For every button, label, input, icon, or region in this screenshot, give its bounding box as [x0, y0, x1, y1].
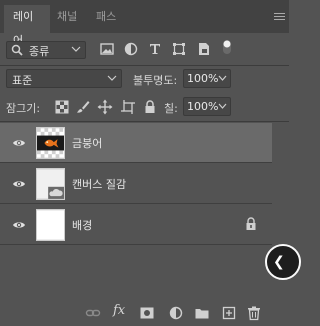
divider — [0, 65, 289, 66]
visibility-eye-icon[interactable] — [12, 218, 26, 232]
opacity-label: 불투명도: — [133, 74, 178, 87]
chevron-down-icon — [71, 46, 81, 52]
opacity-field[interactable]: 100% — [183, 69, 231, 88]
lock-image-pixels-icon[interactable] — [75, 99, 91, 115]
chevron-down-icon[interactable] — [218, 72, 227, 85]
tab-layers[interactable]: 레이어 — [4, 5, 50, 47]
layers-panel: 레이어 채널 패스 종류 — [0, 0, 301, 326]
lock-transparent-pixels-icon[interactable] — [54, 99, 70, 115]
layer-name: 캔버스 질감 — [72, 178, 127, 191]
layer-row-canvas-texture[interactable]: 캔버스 질감 — [0, 164, 272, 204]
layers-bottom-toolbar: fx — [0, 300, 289, 326]
divider — [0, 121, 289, 122]
visibility-eye-icon[interactable] — [12, 177, 26, 191]
fill-label: 칠: — [164, 102, 178, 115]
blend-mode-select[interactable]: 표준 — [6, 69, 122, 88]
lock-icon — [246, 217, 256, 230]
layer-name: 배경 — [72, 219, 93, 232]
chevron-down-icon[interactable] — [218, 100, 227, 113]
link-layers-icon[interactable] — [85, 305, 101, 321]
adjustment-layer-filter-icon[interactable] — [123, 41, 139, 57]
add-mask-icon[interactable] — [139, 305, 155, 321]
tab-paths[interactable]: 패스 — [90, 5, 128, 33]
layer-thumbnail-canvas-texture — [36, 168, 65, 200]
lock-label: 잠그기: — [6, 102, 41, 115]
new-adjustment-layer-icon[interactable] — [168, 305, 184, 321]
pixel-layer-filter-icon[interactable] — [99, 41, 115, 57]
filter-toggle-icon[interactable] — [219, 39, 235, 55]
delete-layer-trash-icon[interactable] — [246, 305, 262, 321]
collapse-panel-handle[interactable]: ❮ — [265, 244, 301, 280]
layer-style-fx-icon[interactable]: fx — [113, 303, 129, 319]
lock-position-icon[interactable] — [97, 99, 113, 115]
new-layer-icon[interactable] — [221, 305, 237, 321]
layer-thumbnail-background — [36, 209, 65, 241]
filter-kind-select[interactable]: 종류 — [6, 41, 86, 59]
fill-field[interactable]: 100% — [183, 97, 231, 116]
layer-thumbnail-goldfish — [36, 127, 65, 159]
layer-row-goldfish[interactable]: 금붕어 — [0, 123, 272, 163]
type-layer-filter-icon[interactable] — [147, 41, 163, 57]
chevron-left-icon: ❮ — [273, 254, 285, 270]
visibility-eye-icon[interactable] — [12, 136, 26, 150]
panel-tab-bar: 레이어 채널 패스 — [0, 0, 289, 47]
blend-mode-value: 표준 — [12, 74, 33, 87]
tab-channels[interactable]: 채널 — [51, 5, 87, 33]
lock-all-icon[interactable] — [142, 99, 158, 115]
panel-menu-icon[interactable] — [274, 13, 285, 21]
layer-row-background[interactable]: 배경 — [0, 205, 272, 245]
lock-artboard-icon[interactable] — [120, 99, 136, 115]
new-group-folder-icon[interactable] — [194, 305, 210, 321]
opacity-value: 100% — [187, 72, 219, 85]
layer-name: 금붕어 — [72, 137, 103, 150]
filter-kind-label: 종류 — [29, 45, 50, 58]
shape-layer-filter-icon[interactable] — [171, 41, 187, 57]
search-icon — [11, 44, 23, 56]
chevron-down-icon — [107, 75, 117, 81]
smart-object-filter-icon[interactable] — [196, 41, 212, 57]
fill-value: 100% — [187, 100, 219, 113]
